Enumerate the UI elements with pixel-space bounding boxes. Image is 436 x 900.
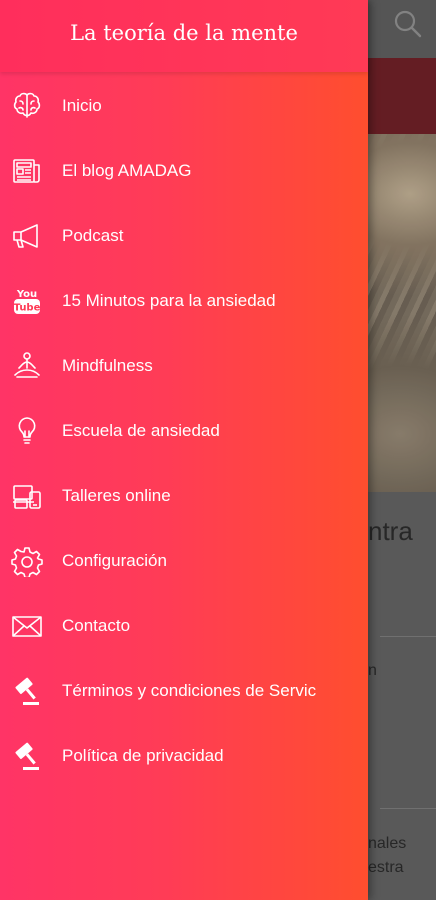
menu-item-label: Configuración [62,550,167,570]
menu-item-label: Contacto [62,615,131,635]
menu-item-label: Talleres online [62,485,171,505]
drawer-menu: Inicio El blog AMADAG Podcast You Tube 1… [0,73,368,788]
gavel-icon [10,674,44,708]
gear-icon [10,544,44,578]
menu-item-escuela[interactable]: Escuela de ansiedad [0,398,368,463]
lightbulb-icon [10,414,44,448]
megaphone-icon [10,219,44,253]
navigation-drawer: La teoría de la mente Inicio El blog AMA… [0,0,368,900]
menu-item-mindfulness[interactable]: Mindfulness [0,333,368,398]
menu-item-label: Política de privacidad [62,745,224,765]
menu-item-label: Términos y condiciones de Servic [62,680,317,700]
devices-icon [10,479,44,513]
menu-item-15-minutos[interactable]: You Tube 15 Minutos para la ansiedad [0,268,368,333]
meditation-icon [10,349,44,383]
svg-text:Tube: Tube [14,302,41,313]
menu-item-talleres[interactable]: Talleres online [0,463,368,528]
menu-item-privacidad[interactable]: Política de privacidad [0,723,368,788]
gavel-icon [10,739,44,773]
svg-text:You: You [16,289,37,300]
envelope-icon [10,609,44,643]
menu-item-label: 15 Minutos para la ansiedad [62,290,276,310]
menu-item-inicio[interactable]: Inicio [0,73,368,138]
menu-item-contacto[interactable]: Contacto [0,593,368,658]
menu-item-label: El blog AMADAG [62,160,192,180]
youtube-icon: You Tube [10,284,44,318]
menu-item-label: Mindfulness [62,355,153,375]
menu-item-blog[interactable]: El blog AMADAG [0,138,368,203]
newspaper-icon [10,154,44,188]
menu-item-label: Inicio [62,95,102,115]
brain-icon [10,89,44,123]
menu-item-configuracion[interactable]: Configuración [0,528,368,593]
menu-item-label: Podcast [62,225,124,245]
drawer-header: La teoría de la mente [0,0,368,72]
menu-item-terminos[interactable]: Términos y condiciones de Servic [0,658,368,723]
menu-item-label: Escuela de ansiedad [62,420,220,440]
drawer-title: La teoría de la mente [70,21,298,45]
menu-item-podcast[interactable]: Podcast [0,203,368,268]
